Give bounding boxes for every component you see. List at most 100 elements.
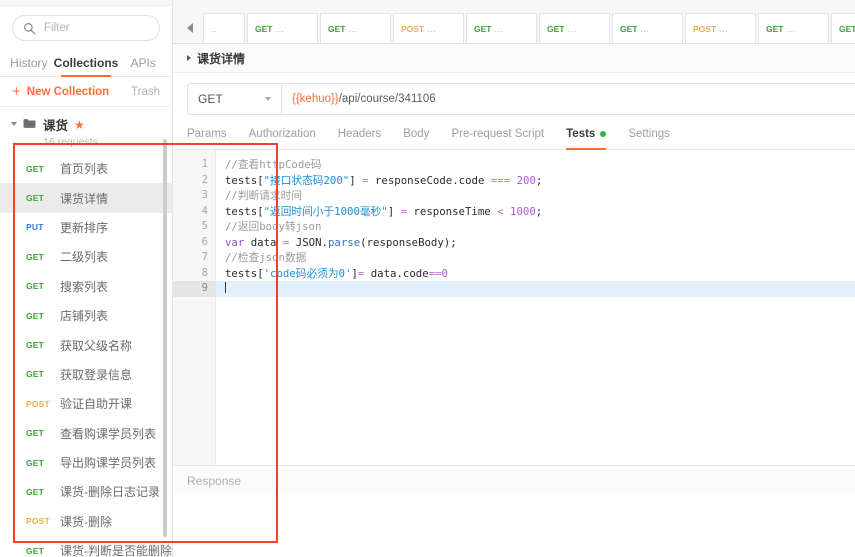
code-line[interactable]: //返回body转json (216, 219, 855, 235)
code-token: "返回时间小于1000毫秒" (263, 204, 388, 218)
request-list-item[interactable]: POST 课货-删除 (0, 507, 172, 536)
sidebar-scrollbar[interactable] (163, 139, 167, 537)
breadcrumb[interactable]: 课货详情 (173, 44, 855, 73)
response-label: Response (187, 473, 242, 488)
request-tab-bar: .. GET... GET... POST... GET... GET... GET... P… (173, 0, 855, 44)
request-name: 课货详情 (60, 191, 109, 206)
tests-script-editor[interactable]: 1 2 3 4 5 6 7 8 9 //查看httpCode码 tests["接口状态码200"]… (173, 150, 855, 465)
collection-header[interactable]: 课货 ★ 16 requests (0, 107, 172, 154)
url-row: GET {{kehuo}}/api/course/341106 (173, 73, 855, 115)
method-select[interactable]: GET (187, 83, 281, 115)
sidebar-tab-apis[interactable]: APIs (118, 56, 168, 76)
request-list-item[interactable]: GET 店铺列表 (0, 301, 172, 330)
request-tab[interactable]: GET... (320, 13, 391, 43)
request-method-badge: GET (26, 340, 45, 351)
request-tab[interactable]: GET... (247, 13, 318, 43)
caret-right-icon (187, 55, 191, 61)
sidebar: History Collections APIs + New Collectio… (0, 0, 278, 557)
request-method-badge: GET (26, 163, 45, 174)
request-name: 获取登录信息 (60, 367, 133, 382)
chevron-down-icon[interactable] (11, 122, 17, 126)
tab-label: ... (275, 23, 285, 34)
tab-params[interactable]: Params (187, 128, 227, 149)
code-line[interactable]: //查看httpCode码 (216, 157, 855, 173)
request-list-item[interactable]: GET 课货-删除日志记录 (0, 477, 172, 506)
request-list-item[interactable]: GET 二级列表 (0, 242, 172, 271)
tab-body[interactable]: Body (403, 128, 429, 149)
filter-box[interactable] (12, 15, 160, 41)
url-variable: {{kehuo}} (292, 93, 339, 105)
code-line[interactable]: //检查json数据 (216, 250, 855, 266)
code-line[interactable]: tests["返回时间小于1000毫秒"] = responseTime < 1… (216, 204, 855, 220)
code-line[interactable]: //判断请求时间 (216, 188, 855, 204)
code-token: tests (225, 204, 258, 218)
request-list-item[interactable]: GET 首页列表 (0, 154, 172, 183)
code-line[interactable]: tests['code码必须为0']= data.code==0 (216, 266, 855, 282)
request-method-badge: GET (26, 251, 45, 262)
tab-authorization[interactable]: Authorization (249, 128, 316, 149)
request-list-item[interactable]: GET 课货详情 (0, 183, 172, 213)
code-line[interactable] (216, 281, 855, 297)
line-number: 9 (173, 281, 215, 297)
request-tab[interactable]: POST... (685, 13, 756, 43)
editor-code-area[interactable]: //查看httpCode码 tests["接口状态码200"] = respons… (216, 150, 855, 465)
tab-method-badge: POST (401, 23, 425, 34)
search-input[interactable] (44, 22, 149, 34)
request-tab[interactable]: POST... (393, 13, 464, 43)
tab-label: ... (567, 23, 577, 34)
collection-name-row: 课货 ★ (43, 115, 98, 134)
request-list-item[interactable]: GET 查看购课学员列表 (0, 419, 172, 448)
new-collection-row: + New Collection Trash (0, 77, 172, 107)
sidebar-tabs: History Collections APIs (0, 47, 172, 77)
request-name: 二级列表 (60, 250, 109, 265)
request-tab[interactable]: GET... (612, 13, 683, 43)
request-list-item[interactable]: GET 获取父级名称 (0, 330, 172, 359)
request-tab[interactable]: GET... (831, 13, 855, 43)
request-tab[interactable]: GET... (466, 13, 537, 43)
new-collection-button[interactable]: + New Collection (12, 84, 109, 99)
request-list-item[interactable]: POST 验证自助开课 (0, 389, 172, 418)
request-tab[interactable]: GET... (539, 13, 610, 43)
tab-label: Pre-request Script (451, 127, 545, 140)
method-label: GET (198, 92, 223, 106)
request-tab[interactable]: GET... (758, 13, 829, 43)
response-header: Response (173, 465, 855, 495)
trash-button[interactable]: Trash (131, 86, 160, 98)
search-icon (24, 22, 36, 34)
request-list-item[interactable]: PUT 更新排序 (0, 213, 172, 242)
request-tab[interactable]: .. (203, 13, 245, 43)
star-icon[interactable]: ★ (74, 119, 85, 131)
request-name: 验证自助开课 (60, 397, 133, 412)
code-line[interactable]: tests["接口状态码200"] = responseCode.code ==… (216, 173, 855, 189)
request-name: 搜索列表 (60, 279, 109, 294)
tab-headers[interactable]: Headers (338, 128, 381, 149)
sidebar-tab-history[interactable]: History (4, 56, 54, 76)
chevron-down-icon (265, 97, 271, 101)
tab-settings[interactable]: Settings (628, 128, 670, 149)
line-number: 6 (201, 235, 208, 248)
request-list-item[interactable]: GET 导出购课学员列表 (0, 448, 172, 477)
code-token: ; (535, 173, 543, 187)
url-input[interactable]: {{kehuo}}/api/course/341106 (281, 83, 855, 115)
tab-label: ... (640, 23, 650, 34)
request-name: 查看购课学员列表 (60, 426, 157, 441)
request-list-item[interactable]: GET 获取登录信息 (0, 360, 172, 389)
request-list-item[interactable]: GET 课货-判断是否能删除 (0, 536, 172, 557)
request-name: 课货-删除日志记录 (60, 485, 160, 500)
tab-tests[interactable]: Tests (566, 128, 607, 150)
sidebar-tab-collections[interactable]: Collections (54, 56, 118, 77)
tab-method-badge: GET (620, 23, 638, 34)
tab-pre-request-script[interactable]: Pre-request Script (451, 128, 544, 149)
line-number: 1 (201, 158, 208, 170)
line-number: 4 (201, 204, 208, 217)
code-token: JSON. (289, 235, 328, 249)
tab-label: Settings (628, 127, 670, 140)
chevron-left-icon[interactable] (177, 13, 203, 43)
code-token: 200 (516, 173, 536, 187)
request-name: 首页列表 (60, 162, 109, 177)
request-list-item[interactable]: GET 搜索列表 (0, 272, 172, 301)
line-number: 7 (201, 251, 208, 263)
tab-method-badge: POST (693, 23, 717, 34)
code-line[interactable]: var data = JSON.parse(responseBody); (216, 235, 855, 251)
plus-icon: + (12, 83, 21, 100)
